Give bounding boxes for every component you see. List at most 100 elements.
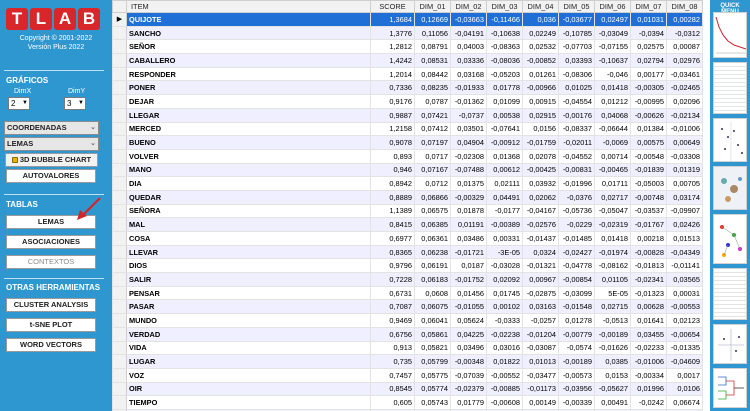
table-row[interactable]: DIA 0,8942 0,0712 0,01375 0,02111 0,03932 -0,0… bbox=[112, 176, 703, 191]
table-row[interactable]: LUGAR 0,735 0,05799 -0,00348 0,01822 0,01013-… bbox=[112, 354, 703, 369]
value-cell[interactable]: 0,02096 bbox=[666, 94, 703, 109]
value-cell[interactable]: -0,03099 bbox=[558, 285, 595, 301]
value-cell[interactable]: -0,07155 bbox=[594, 39, 631, 55]
tsne-plot-button[interactable]: t-SNE PLOT bbox=[6, 318, 96, 332]
value-cell[interactable]: 0,03393 bbox=[558, 53, 595, 68]
value-cell[interactable]: 0,07421 bbox=[414, 107, 451, 123]
value-cell[interactable]: -0,00966 bbox=[522, 80, 559, 96]
item-cell[interactable]: COSA bbox=[126, 231, 371, 246]
value-cell[interactable]: -0,046 bbox=[594, 66, 631, 82]
table-row[interactable]: MAL 0,8415 0,06385 0,01191 -0,00389 -0,02576-… bbox=[112, 217, 703, 232]
value-cell[interactable]: 0,00282 bbox=[666, 12, 703, 27]
value-cell[interactable]: -0,08036 bbox=[486, 53, 523, 68]
value-cell[interactable]: 0,7228 bbox=[370, 272, 415, 287]
value-cell[interactable]: -0,01323 bbox=[630, 285, 667, 301]
item-cell[interactable]: MANO bbox=[126, 162, 371, 178]
cluster-analysis-button[interactable]: CLUSTER ANALYSIS bbox=[6, 298, 96, 312]
value-cell[interactable]: 0,02575 bbox=[630, 39, 667, 55]
table-row[interactable]: LLEVAR 0,8365 0,06238 -0,01721 -3E-05 0,0324-… bbox=[112, 244, 703, 260]
value-cell[interactable]: -0,01548 bbox=[558, 299, 595, 315]
value-cell[interactable]: -0,01204 bbox=[522, 326, 559, 342]
table-row[interactable]: COSA 0,6977 0,06361 0,03486 0,00331 -0,01437-… bbox=[112, 231, 703, 246]
value-cell[interactable]: 0,735 bbox=[370, 354, 415, 369]
value-cell[interactable]: -0,10638 bbox=[486, 25, 523, 41]
value-cell[interactable]: 0,01456 bbox=[450, 285, 487, 301]
value-cell[interactable]: -0,01752 bbox=[450, 272, 487, 287]
value-cell[interactable]: 0,03455 bbox=[630, 326, 667, 342]
value-cell[interactable]: -0,01839 bbox=[630, 162, 667, 178]
value-cell[interactable]: -0,00189 bbox=[594, 326, 631, 342]
item-cell[interactable]: MERCED bbox=[126, 121, 371, 137]
table-row[interactable]: RESPONDER 1,2014 0,08442 0,03168 -0,05203 0,0… bbox=[112, 66, 703, 82]
row-selector[interactable] bbox=[112, 326, 127, 342]
value-cell[interactable]: -0,03677 bbox=[558, 12, 595, 27]
list-thumb[interactable] bbox=[713, 268, 747, 320]
value-cell[interactable]: 0,01105 bbox=[594, 272, 631, 287]
table-row[interactable]: MUNDO 0,9469 0,06041 0,05624 -0,0333 -0,0257 0… bbox=[112, 313, 703, 328]
value-cell[interactable]: -0,07641 bbox=[486, 121, 523, 137]
table-row[interactable]: PASAR 0,7087 0,06075 -0,01055 0,00102 0,03163… bbox=[112, 299, 703, 315]
value-cell[interactable]: -0,01996 bbox=[558, 176, 595, 191]
value-cell[interactable]: 0,0608 bbox=[414, 285, 451, 301]
value-cell[interactable]: 0,02915 bbox=[522, 107, 559, 123]
value-cell[interactable]: 0,02497 bbox=[594, 12, 631, 27]
value-cell[interactable]: 0,00628 bbox=[630, 299, 667, 315]
table-row[interactable]: LLEGAR 0,9887 0,07421 -0,0737 0,00538 0,02915… bbox=[112, 107, 703, 123]
value-cell[interactable]: -0,05047 bbox=[594, 203, 631, 219]
table-row[interactable]: BUENO 0,9078 0,07197 0,04904 -0,00912 -0,0175… bbox=[112, 135, 703, 150]
value-cell[interactable]: 0,07197 bbox=[414, 135, 451, 150]
table-row[interactable]: VOLVER 0,893 0,0717 -0,02308 0,01368 0,02078-… bbox=[112, 148, 703, 164]
value-cell[interactable]: -0,02233 bbox=[630, 340, 667, 356]
value-cell[interactable]: 0,08235 bbox=[414, 80, 451, 96]
value-cell[interactable]: 0,01822 bbox=[486, 354, 523, 369]
value-cell[interactable]: 0,946 bbox=[370, 162, 415, 178]
value-cell[interactable]: 0,7087 bbox=[370, 299, 415, 315]
value-cell[interactable]: 0,02078 bbox=[522, 148, 559, 164]
value-cell[interactable]: 0,08791 bbox=[414, 39, 451, 55]
value-cell[interactable]: 0,01368 bbox=[486, 148, 523, 164]
value-cell[interactable]: 0,9796 bbox=[370, 258, 415, 274]
table-row[interactable]: OIR 0,8545 0,05774 -0,02379 -0,00885 -0,01173… bbox=[112, 381, 703, 397]
value-cell[interactable]: 0,00177 bbox=[630, 66, 667, 82]
value-cell[interactable]: 0,01278 bbox=[558, 313, 595, 328]
value-cell[interactable]: -0,03477 bbox=[522, 367, 559, 383]
value-cell[interactable]: 0,02976 bbox=[666, 53, 703, 68]
table-row[interactable]: SALIR 0,7228 0,06183 -0,01752 0,02092 0,00967… bbox=[112, 272, 703, 287]
value-cell[interactable]: -0,00553 bbox=[666, 299, 703, 315]
value-cell[interactable]: 1,3776 bbox=[370, 25, 415, 41]
value-cell[interactable]: 0,03163 bbox=[522, 299, 559, 315]
value-cell[interactable]: 0,0717 bbox=[414, 148, 451, 164]
value-cell[interactable]: 0,06866 bbox=[414, 189, 451, 205]
table-row[interactable]: VIDA 0,913 0,05821 0,03496 0,03016 -0,03087 -0… bbox=[112, 340, 703, 356]
value-cell[interactable]: -0,04349 bbox=[666, 244, 703, 260]
value-cell[interactable]: 0,08442 bbox=[414, 66, 451, 82]
value-cell[interactable]: -0,0312 bbox=[666, 25, 703, 41]
row-selector[interactable] bbox=[112, 80, 127, 96]
value-cell[interactable]: -0,00425 bbox=[522, 162, 559, 178]
value-cell[interactable]: 0,0385 bbox=[594, 354, 631, 369]
value-cell[interactable]: -0,04778 bbox=[558, 258, 595, 274]
value-cell[interactable]: -0,0069 bbox=[594, 135, 631, 150]
value-cell[interactable]: -0,00854 bbox=[558, 272, 595, 287]
value-cell[interactable]: -0,01362 bbox=[450, 94, 487, 109]
value-cell[interactable]: -0,10785 bbox=[558, 25, 595, 41]
value-cell[interactable]: 0,07412 bbox=[414, 121, 451, 137]
table-row[interactable]: VOZ 0,7457 0,05775 -0,07039 -0,00552 -0,03477… bbox=[112, 367, 703, 383]
bubble-chart-button[interactable]: 3D BUBBLE CHART bbox=[5, 153, 98, 167]
value-cell[interactable]: 0,03496 bbox=[450, 340, 487, 356]
value-cell[interactable]: 0,01375 bbox=[450, 176, 487, 191]
value-cell[interactable]: -0,00654 bbox=[666, 326, 703, 342]
item-cell[interactable]: LLEGAR bbox=[126, 107, 371, 123]
item-cell[interactable]: SANCHO bbox=[126, 25, 371, 41]
value-cell[interactable]: -0,04552 bbox=[558, 148, 595, 164]
value-cell[interactable]: 0,913 bbox=[370, 340, 415, 356]
data-grid[interactable]: ITEM SCORE DIM_01 DIM_02 DIM_03 DIM_04 D… bbox=[112, 0, 710, 411]
value-cell[interactable]: 0,8415 bbox=[370, 217, 415, 232]
value-cell[interactable]: -0,04191 bbox=[450, 25, 487, 41]
value-cell[interactable]: 0,03168 bbox=[450, 66, 487, 82]
value-cell[interactable]: -0,01933 bbox=[450, 80, 487, 96]
row-selector[interactable] bbox=[112, 94, 127, 109]
value-cell[interactable]: 0,9469 bbox=[370, 313, 415, 328]
item-cell[interactable]: VOLVER bbox=[126, 148, 371, 164]
value-cell[interactable]: -0,0574 bbox=[558, 340, 595, 356]
